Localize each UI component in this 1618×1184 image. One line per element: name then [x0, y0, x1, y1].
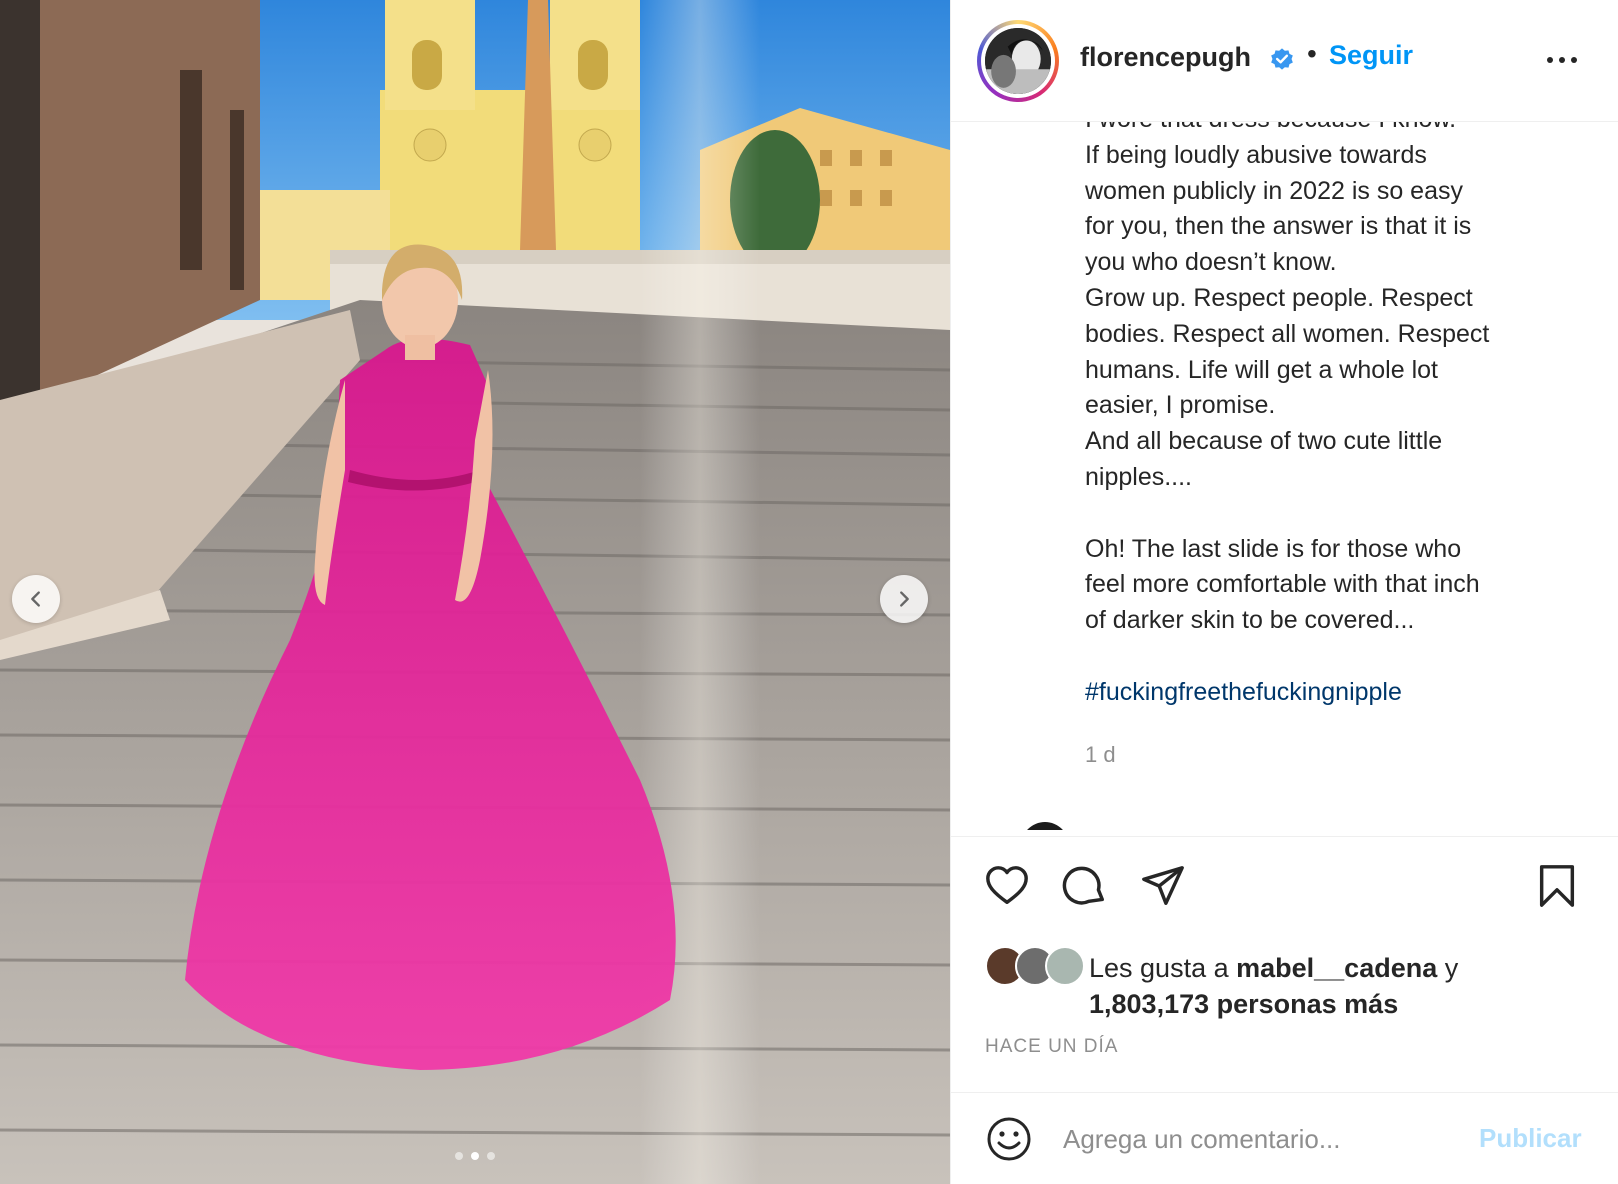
- post-date: HACE UN DÍA: [985, 1036, 1119, 1057]
- post-caption: I wore that dress because I know. If bei…: [1085, 122, 1490, 635]
- caption-time: 1 d: [1085, 742, 1116, 767]
- bookmark-icon: [1539, 865, 1575, 907]
- like-button[interactable]: [981, 860, 1033, 912]
- comment-icon: [1062, 866, 1104, 905]
- comment-input[interactable]: [1063, 1119, 1463, 1159]
- post-photo-image: [0, 0, 950, 1184]
- verified-badge-icon: [1271, 48, 1293, 70]
- likes-connector: y: [1437, 953, 1459, 983]
- likes-text: Les gusta a mabel__cadena y 1,803,173 pe…: [1089, 950, 1609, 1022]
- comment-bar: Publicar: [951, 1092, 1618, 1184]
- save-button[interactable]: [1531, 860, 1583, 912]
- post-header: florencepugh • Seguir: [951, 0, 1618, 122]
- likes-prefix: Les gusta a: [1089, 953, 1237, 983]
- username[interactable]: florencepugh: [1080, 42, 1251, 73]
- share-button[interactable]: [1137, 860, 1189, 912]
- carousel-dot-active: [471, 1152, 479, 1160]
- comment-avatar[interactable]: [1021, 822, 1069, 830]
- comment-button[interactable]: [1059, 860, 1111, 912]
- carousel-prev-button[interactable]: [12, 575, 60, 623]
- carousel-dot: [487, 1152, 495, 1160]
- profile-avatar[interactable]: [977, 20, 1059, 102]
- smiley-icon[interactable]: [985, 1115, 1033, 1163]
- chevron-left-icon: [31, 591, 40, 607]
- carousel-dots: [0, 1152, 950, 1160]
- post-sidebar: florencepugh • Seguir I wore that dress …: [950, 0, 1618, 1184]
- header-separator: •: [1307, 38, 1317, 69]
- caption-scroll-area[interactable]: I wore that dress because I know. If bei…: [951, 122, 1618, 830]
- carousel-dot: [455, 1152, 463, 1160]
- carousel-next-button[interactable]: [880, 575, 928, 623]
- likes-count[interactable]: 1,803,173 personas más: [1089, 989, 1398, 1019]
- liker-username[interactable]: mabel__cadena: [1236, 953, 1437, 983]
- heart-icon: [986, 866, 1028, 905]
- liker-avatar: [1045, 946, 1085, 986]
- avatar-image: [985, 28, 1051, 94]
- divider: [951, 836, 1618, 837]
- post-photo[interactable]: [0, 0, 950, 1184]
- follow-button[interactable]: Seguir: [1329, 40, 1413, 71]
- share-icon: [1142, 866, 1184, 905]
- more-options-icon[interactable]: [1547, 46, 1587, 74]
- publish-button[interactable]: Publicar: [1479, 1123, 1582, 1154]
- chevron-right-icon: [900, 591, 909, 607]
- hashtag-link[interactable]: #fuckingfreethefuckingnipple: [1085, 678, 1402, 707]
- post-actions: [951, 860, 1618, 920]
- liker-avatars[interactable]: [985, 946, 1105, 988]
